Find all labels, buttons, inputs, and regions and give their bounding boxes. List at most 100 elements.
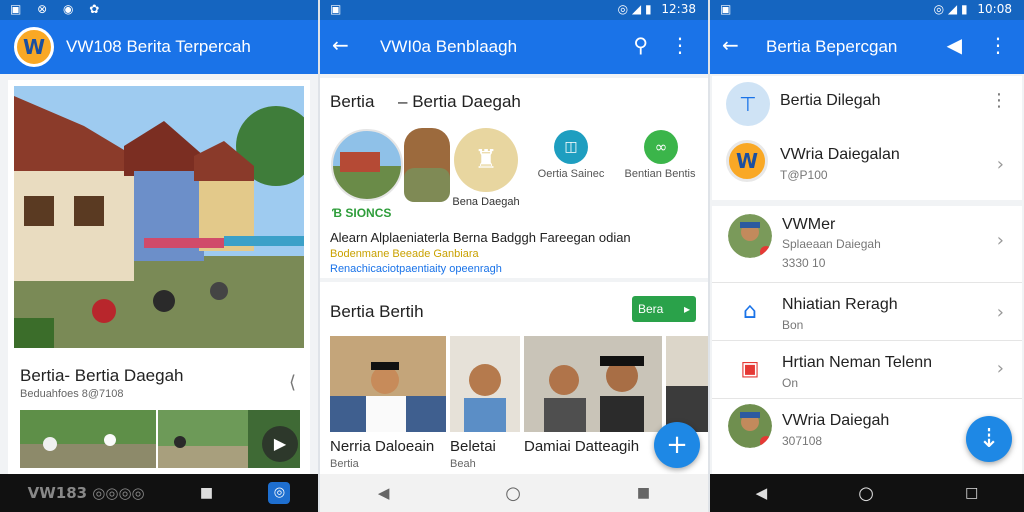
circle-label-1: Bena Daegah [452, 196, 520, 208]
article-description: Alearn Alplaeniaterla Berna Badggh Faree… [330, 230, 631, 245]
more-vert-icon[interactable]: ⋮ [988, 33, 1008, 57]
nav-home-icon[interactable]: ○ [858, 483, 874, 504]
list-sub1-2: Bon [782, 318, 804, 332]
news-sub-1: Bertia [330, 458, 359, 470]
more-vert-icon[interactable]: ⋮ [670, 33, 690, 57]
screen-list: ▣ ◎ ◢ ▮ 10:08 ← Bertia Bepercgan ◀ ⋮ ⊤ B… [710, 0, 1024, 512]
list-sub2-1: 3330 10 [782, 256, 826, 270]
screen-article: ▣ ◎ ◢ ▮ 12:38 ← VWI0a Benblaagh ⚲ ⋮ Bert… [320, 0, 708, 512]
divider [712, 340, 1022, 341]
brand-item-sub: T@P100 [780, 168, 828, 182]
status-time: 10:08 [977, 2, 1012, 16]
chevron-right-icon[interactable]: › [997, 302, 1004, 323]
search-icon[interactable]: ⚲ [633, 33, 648, 57]
nav-recents-icon[interactable]: ■ [637, 485, 650, 501]
nav-bar: VW183 ◎◎◎◎ ■ ◎ [0, 474, 318, 512]
news-section: Bertia Bertih Bera ▸ Nerria Daloeain Ber… [320, 282, 708, 476]
thumbnail-1[interactable] [20, 410, 156, 468]
status-bar: ▣ ◎ ◢ ▮ 12:38 [320, 0, 708, 20]
back-arrow-icon[interactable]: ← [722, 33, 739, 57]
news-photo-1[interactable] [330, 336, 446, 432]
article-card[interactable]: Bertia- Bertia Daegah Beduahfoes 8@7108 … [8, 80, 310, 476]
status-bar: ▣ ⊗ ◉ ✿ [0, 0, 318, 20]
chevron-right-icon[interactable]: › [997, 230, 1004, 251]
article-meta: Beduahfoes 8@7108 [20, 388, 124, 400]
news-red-icon: ▣ [740, 356, 760, 380]
list-title-3[interactable]: Hrtian Neman Telenn [782, 354, 932, 372]
chart-icon[interactable]: ◫ [554, 130, 588, 164]
tag-line-green[interactable]: Bodenmane Beeade Ganbiara [330, 248, 479, 260]
notification-icon: ▣ [720, 2, 738, 16]
divider [712, 398, 1022, 399]
divider [712, 282, 1022, 283]
pin-icon: ⊤ [726, 82, 770, 126]
app-bar: W VW108 Berita Terpercah [0, 20, 318, 74]
story-avatar-2[interactable] [404, 128, 450, 202]
tag-line-blue[interactable]: Renachicaciotpaentiaity opeenragh [330, 263, 502, 275]
app-shortcut-icon[interactable]: ◎ [268, 482, 291, 504]
megaphone-icon[interactable]: ◀ [947, 33, 962, 57]
status-bar: ▣ ◎ ◢ ▮ 10:08 [710, 0, 1024, 20]
news-name-1[interactable]: Nerria Daloeain [330, 438, 434, 455]
article-hero-image [14, 86, 304, 348]
chevron-right-icon[interactable]: › [997, 358, 1004, 379]
nav-back-icon[interactable]: ◀ [756, 484, 768, 502]
app-title: VWI0a Benblaagh [380, 37, 518, 56]
status-time: 12:38 [661, 2, 696, 16]
store-icon: ⌂ [743, 299, 757, 324]
brand-logo[interactable]: W [14, 27, 54, 67]
chevron-right-icon[interactable]: › [997, 154, 1004, 175]
app-bar: ← Bertia Bepercgan ◀ ⋮ [710, 20, 1024, 74]
brand-item-title[interactable]: VWria Daiegalan [780, 146, 900, 164]
news-photo-3[interactable] [524, 336, 662, 432]
recents-icon[interactable]: ■ [200, 485, 213, 501]
list-title-2[interactable]: Nhiatian Reragh [782, 296, 898, 314]
app-title: VW108 Berita Terpercah [66, 37, 251, 56]
status-right: ◎ ◢ ▮ 10:08 [928, 2, 1012, 16]
article-heading: Bertia – Bertia Daegah [330, 92, 521, 111]
news-name-3[interactable]: Damiai Datteagih [524, 438, 639, 455]
top-item-title[interactable]: Bertia Dilegah [780, 92, 881, 110]
article-title[interactable]: Bertia- Bertia Daegah [20, 366, 183, 386]
stories-label: Ɓ SIONCS [332, 206, 392, 220]
section-more-button[interactable]: Bera ▸ [632, 296, 696, 322]
list-sub1-4: 307108 [782, 434, 823, 448]
nav-back-icon[interactable]: ◀ [378, 484, 390, 502]
story-avatar-1[interactable] [330, 128, 404, 202]
list-sub1-1: Splaeaan Daiegah [782, 237, 881, 251]
brand-logo: W [726, 140, 768, 182]
status-right: ◎ ◢ ▮ 12:38 [612, 2, 696, 16]
add-fab-icon[interactable]: + [654, 422, 700, 468]
list-title-1[interactable]: VWMer [782, 216, 835, 234]
share-icon[interactable]: ⟨ [289, 372, 296, 393]
nav-home-icon[interactable]: ○ [505, 483, 521, 504]
section-more-label: Bera [638, 302, 664, 316]
link-icon[interactable]: ∞ [644, 130, 678, 164]
arrow-right-icon: ▸ [683, 302, 690, 316]
news-badge-icon[interactable]: ♜ [454, 128, 518, 192]
circle-label-3: Bentian Bentis [624, 168, 696, 180]
news-photo-2[interactable] [450, 336, 520, 432]
more-vert-icon[interactable]: ⋮ [990, 90, 1008, 111]
news-photo-4[interactable] [666, 336, 708, 432]
signal-icon: ◎ ◢ ▮ [617, 2, 652, 16]
news-sub-2: Beah [450, 458, 476, 470]
screen-home: ▣ ⊗ ◉ ✿ W VW108 Berita Terpercah Bertia-… [0, 0, 318, 512]
list-title-4[interactable]: VWria Daiegah [782, 412, 889, 430]
app-title: Bertia Bepercgan [766, 37, 898, 56]
play-icon[interactable]: ▶ [262, 426, 298, 462]
nav-recents-icon[interactable]: □ [965, 485, 978, 501]
list-avatar-1 [728, 214, 772, 258]
back-arrow-icon[interactable]: ← [332, 33, 349, 57]
circle-label-2: Oertia Sainec [537, 168, 605, 180]
notification-icons: ▣ ⊗ ◉ ✿ [10, 2, 106, 16]
pin-fab-icon[interactable]: ⇣ [966, 416, 1012, 462]
header-list: ⊤ Bertia Dilegah ⋮ W VWria Daiegalan T@P… [712, 76, 1022, 200]
signal-icon: ◎ ◢ ▮ [933, 2, 968, 16]
article-header-card: Bertia – Bertia Daegah Ɓ SIONCS ♜ Bena D… [320, 78, 708, 278]
notification-icon: ▣ [330, 2, 348, 16]
section-title: Bertia Bertih [330, 302, 424, 321]
list-avatar-4 [728, 404, 772, 448]
news-name-2[interactable]: Beletai [450, 438, 496, 455]
nav-bar: ◀ ○ ■ [320, 474, 708, 512]
